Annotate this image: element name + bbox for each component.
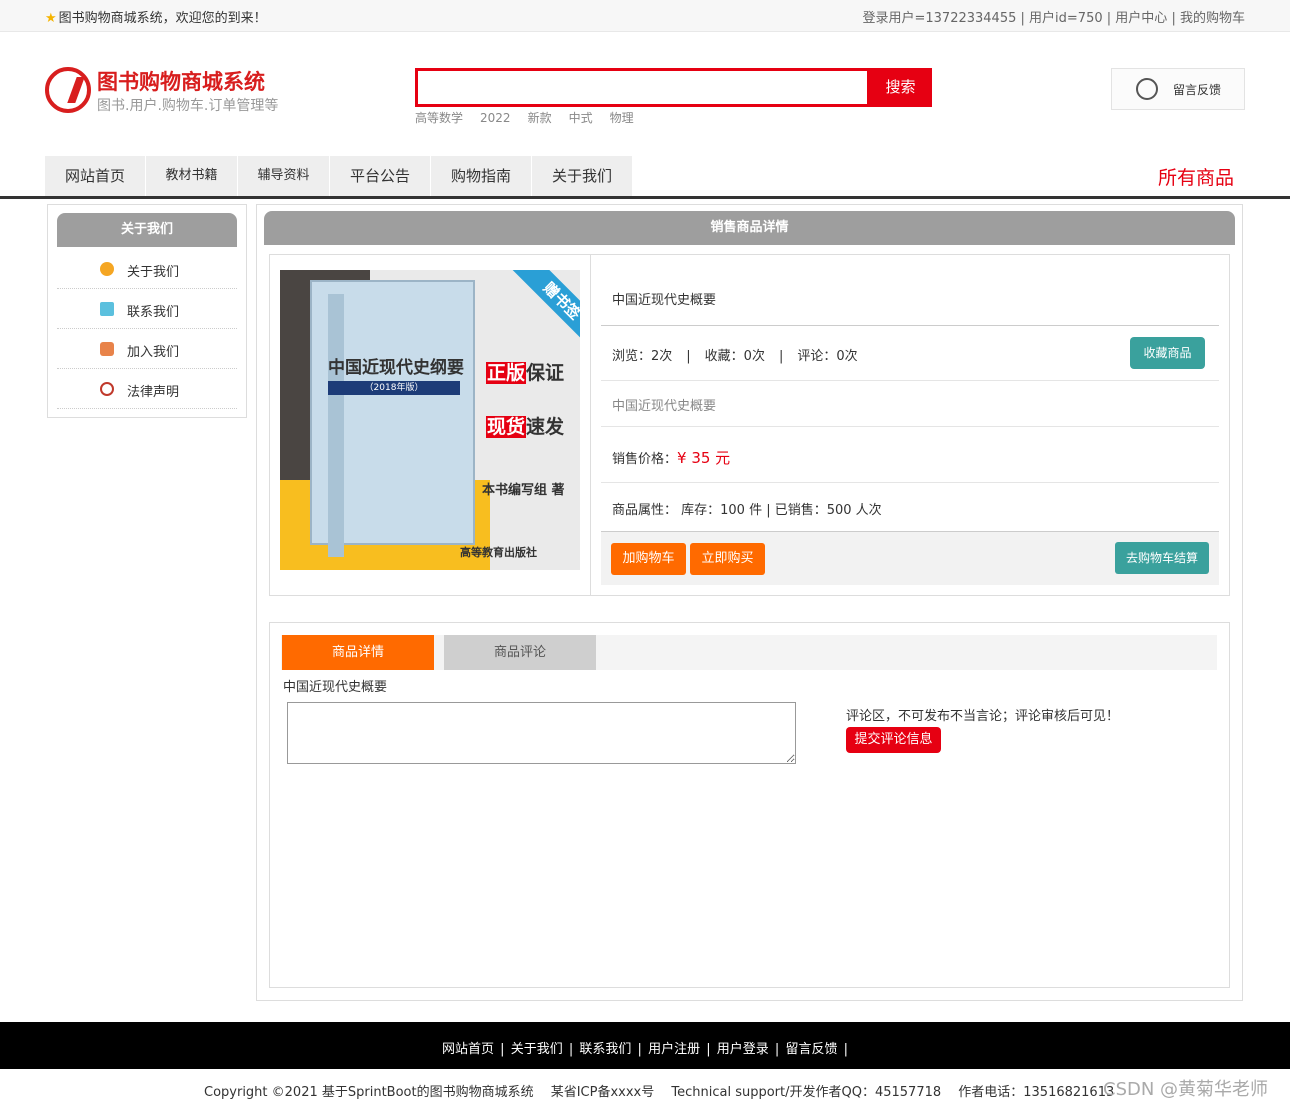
views-count: 浏览：2次: [612, 349, 673, 364]
sidebar-item-join[interactable]: 加入我们: [57, 329, 237, 369]
site-subtitle: 图书.用户.购物车.订单管理等: [97, 98, 279, 114]
favorites-count: 收藏：0次: [704, 349, 765, 364]
product-section-title: 销售商品详情: [264, 211, 1235, 245]
cover-author: 本书编写组 著: [482, 483, 565, 498]
nav-item-announcements[interactable]: 平台公告: [330, 156, 431, 196]
divider: [601, 380, 1219, 381]
sidebar-item-contact[interactable]: 联系我们: [57, 289, 237, 329]
sidebar-title: 关于我们: [57, 213, 237, 247]
login-info: 登录用户=13722334455: [862, 11, 1017, 26]
hot-words: 高等数学 2022 新款 中式 物理: [415, 109, 651, 126]
book-cover: [310, 280, 475, 557]
smile-icon: [100, 262, 114, 276]
cover-tag-instock: 现货速发: [486, 416, 565, 438]
nav-item-about[interactable]: 关于我们: [532, 156, 633, 196]
product-image: 中国近现代史纲要 （2018年版） 正版保证 现货速发 本书编写组 著 高等教育…: [280, 270, 580, 570]
sidebar-item-label: 关于我们: [127, 265, 180, 280]
site-name[interactable]: 图书购物商城系统: [97, 66, 265, 96]
cover-ribbon: 赠书签: [510, 270, 580, 353]
search-box: [415, 68, 870, 107]
search-input[interactable]: [418, 71, 867, 104]
tab-product-detail[interactable]: 商品详情: [282, 635, 434, 670]
nav-item-guides[interactable]: 辅导资料: [238, 156, 330, 196]
footer-link-feedback[interactable]: 留言反馈: [785, 1042, 837, 1057]
logo-icon[interactable]: [45, 67, 91, 113]
nav-item-shopping-guide[interactable]: 购物指南: [431, 156, 532, 196]
top-links: 登录用户=13722334455 | 用户id=750 | 用户中心 | 我的购…: [862, 11, 1246, 26]
lock-icon: [100, 342, 114, 356]
product-stats: 浏览：2次 | 收藏：0次 | 评论：0次: [612, 349, 858, 364]
headset-icon: [1136, 78, 1158, 100]
sidebar-item-about[interactable]: 关于我们: [57, 249, 237, 289]
cover-edition: （2018年版）: [328, 381, 460, 395]
divider: [601, 325, 1219, 326]
comment-input[interactable]: [287, 702, 796, 764]
detail-text: 中国近现代史概要: [283, 680, 388, 695]
product-subtitle: 中国近现代史概要: [612, 399, 717, 414]
search-button[interactable]: 搜索: [869, 68, 932, 107]
divider: [601, 426, 1219, 427]
footer-link-home[interactable]: 网站首页: [442, 1042, 494, 1057]
main-nav: 网站首页 教材书籍 辅导资料 平台公告 购物指南 关于我们: [45, 156, 633, 196]
comment-note: 评论区，不可发布不当言论；评论审核后可见！: [846, 709, 1120, 724]
divider: [601, 482, 1219, 483]
cover-title: 中国近现代史纲要: [328, 358, 464, 378]
product-attributes: 商品属性： 库存：100 件 | 已销售：500 人次: [612, 503, 882, 518]
hot-word[interactable]: 2022: [480, 111, 511, 125]
nav-item-home[interactable]: 网站首页: [45, 156, 146, 196]
user-id: 用户id=750: [1029, 11, 1103, 26]
sidebar-item-label: 法律声明: [127, 385, 180, 400]
tab-product-comments[interactable]: 商品评论: [444, 635, 596, 670]
hot-word[interactable]: 中式: [569, 111, 593, 125]
power-icon: [100, 382, 114, 396]
footer-link-login[interactable]: 用户登录: [717, 1042, 769, 1057]
sidebar-item-label: 联系我们: [127, 305, 180, 320]
star-icon: ★: [45, 11, 57, 26]
cover-publisher: 高等教育出版社: [460, 546, 537, 559]
nav-divider: [0, 196, 1290, 199]
welcome-text: ★ 图书购物商城系统，欢迎您的到来！: [45, 11, 267, 26]
checkout-button[interactable]: 去购物车结算: [1115, 542, 1209, 574]
sidebar-item-label: 加入我们: [127, 345, 180, 360]
product-name: 中国近现代史概要: [612, 293, 717, 308]
copyright-text: Copyright ©2021 基于SprintBoot的图书购物商城系统 某省…: [204, 1085, 1115, 1100]
price-value: ¥ 35 元: [677, 449, 731, 467]
detail-box: [269, 622, 1230, 988]
cover-tag-genuine: 正版保证: [486, 362, 565, 384]
footer-link-register[interactable]: 用户注册: [648, 1042, 700, 1057]
feedback-button[interactable]: 留言反馈: [1111, 68, 1245, 110]
nav-item-textbooks[interactable]: 教材书籍: [146, 156, 238, 196]
footer-links: 网站首页 | 关于我们 | 联系我们 | 用户注册 | 用户登录 | 留言反馈 …: [442, 1042, 848, 1057]
hot-word[interactable]: 物理: [610, 111, 634, 125]
sidebar-item-legal[interactable]: 法律声明: [57, 369, 237, 409]
user-center-link[interactable]: 用户中心: [1115, 11, 1167, 26]
footer-link-contact[interactable]: 联系我们: [579, 1042, 631, 1057]
comments-count: 评论：0次: [797, 349, 858, 364]
clipboard-icon: [100, 302, 114, 316]
my-cart-link[interactable]: 我的购物车: [1180, 11, 1245, 26]
watermark: CSDN @黄菊华老师: [1103, 1079, 1269, 1100]
product-price: 销售价格：¥ 35 元: [612, 449, 731, 467]
all-goods-link[interactable]: 所有商品: [1158, 163, 1234, 190]
submit-comment-button[interactable]: 提交评论信息: [846, 727, 941, 753]
favorite-button[interactable]: 收藏商品: [1130, 337, 1205, 369]
hot-word[interactable]: 新款: [528, 111, 552, 125]
footer-link-about[interactable]: 关于我们: [511, 1042, 563, 1057]
add-to-cart-button[interactable]: 加购物车: [611, 543, 686, 575]
hot-word[interactable]: 高等数学: [415, 111, 463, 125]
buy-now-button[interactable]: 立即购买: [690, 543, 765, 575]
feedback-label: 留言反馈: [1173, 83, 1222, 97]
product-divider: [590, 254, 591, 596]
